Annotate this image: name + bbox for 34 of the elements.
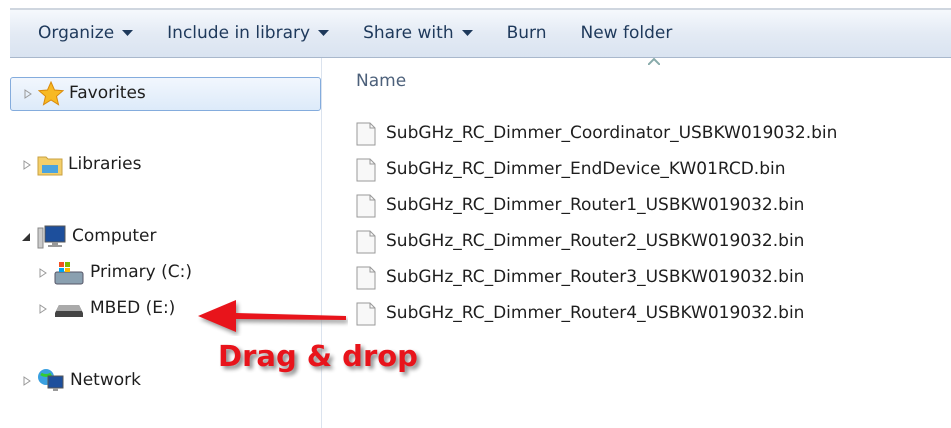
- file-item[interactable]: SubGHz_RC_Dimmer_EndDevice_KW01RCD.bin: [356, 152, 951, 188]
- file-icon: [356, 230, 376, 254]
- file-icon: [356, 194, 376, 218]
- annotation-label: Drag & drop: [218, 338, 418, 375]
- tree-item[interactable]: Computer: [10, 219, 321, 255]
- tree-item[interactable]: Primary (C:): [10, 255, 321, 291]
- toolbar-button[interactable]: Share with: [353, 14, 483, 52]
- collapse-icon[interactable]: [22, 232, 32, 242]
- computer-icon: [37, 224, 67, 250]
- file-icon: [356, 158, 376, 182]
- expand-icon[interactable]: [38, 304, 48, 314]
- file-item[interactable]: SubGHz_RC_Dimmer_Router2_USBKW019032.bin: [356, 224, 951, 260]
- expand-icon[interactable]: [38, 268, 48, 278]
- column-header[interactable]: Name: [356, 58, 951, 106]
- file-icon: [356, 302, 376, 326]
- expand-icon[interactable]: [22, 376, 32, 386]
- network-icon: [37, 368, 65, 394]
- tree-item[interactable]: MBED (E:): [10, 291, 321, 327]
- star-icon: [38, 81, 64, 107]
- toolbar-button[interactable]: Include in library: [157, 14, 340, 52]
- file-item[interactable]: SubGHz_RC_Dimmer_Router3_USBKW019032.bin: [356, 260, 951, 296]
- file-icon: [356, 122, 376, 146]
- tree-item[interactable]: Favorites: [10, 77, 321, 111]
- file-item[interactable]: SubGHz_RC_Dimmer_Router4_USBKW019032.bin: [356, 296, 951, 332]
- file-icon: [356, 266, 376, 290]
- toolbar-button[interactable]: New folder: [570, 14, 682, 52]
- toolbar-button[interactable]: Burn: [496, 14, 556, 52]
- expand-icon[interactable]: [23, 89, 33, 99]
- file-item[interactable]: SubGHz_RC_Dimmer_Router1_USBKW019032.bin: [356, 188, 951, 224]
- expand-icon[interactable]: [22, 160, 32, 170]
- toolbar-button[interactable]: Organize: [28, 14, 144, 52]
- file-item[interactable]: SubGHz_RC_Dimmer_Coordinator_USBKW019032.bin: [356, 116, 951, 152]
- tree-item[interactable]: Libraries: [10, 147, 321, 183]
- drive-icon: [53, 260, 85, 286]
